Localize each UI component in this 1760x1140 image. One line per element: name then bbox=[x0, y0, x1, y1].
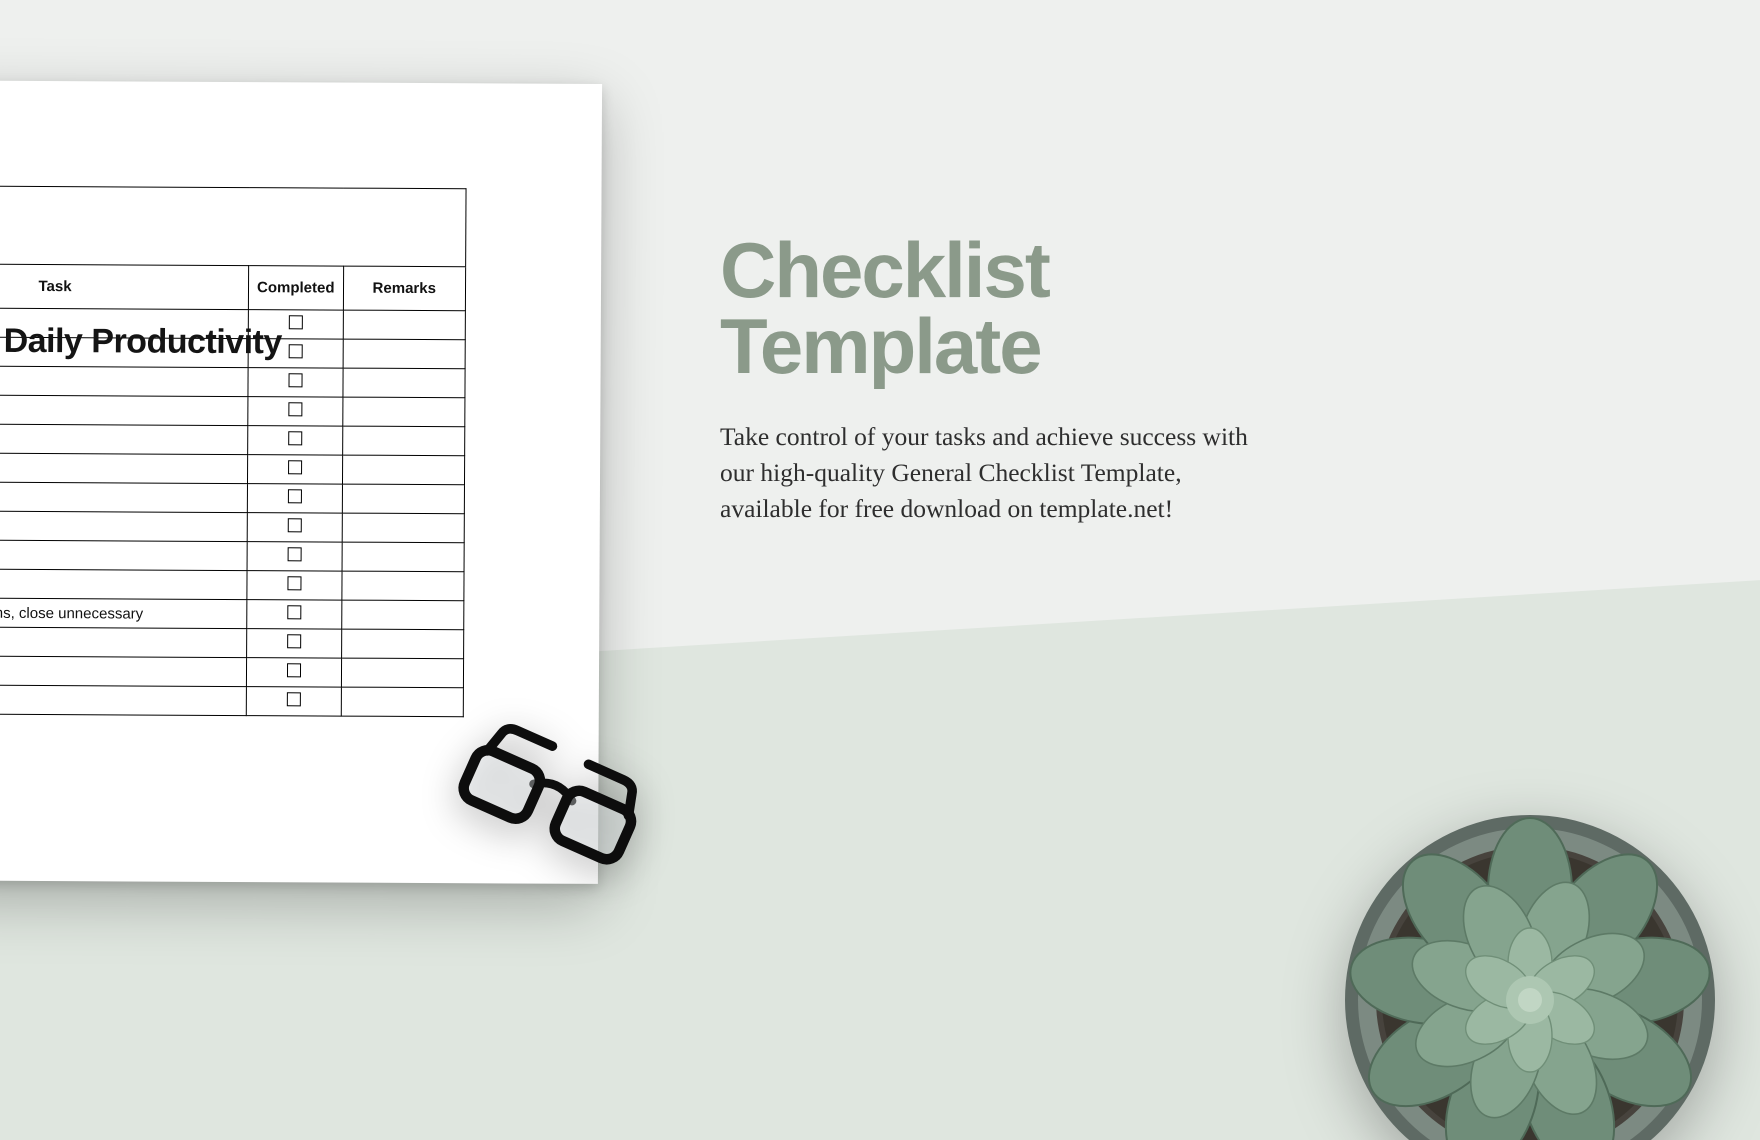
checkbox-cell[interactable] bbox=[247, 629, 342, 658]
checkbox-cell[interactable] bbox=[247, 542, 342, 571]
task-cell: en tasks bbox=[0, 685, 246, 716]
remarks-cell bbox=[341, 658, 464, 688]
remarks-cell bbox=[342, 397, 465, 427]
checkbox-icon bbox=[288, 373, 302, 387]
checkbox-icon bbox=[287, 634, 301, 648]
checkbox-cell[interactable] bbox=[247, 600, 342, 629]
body-copy: Take control of your tasks and achieve s… bbox=[720, 419, 1260, 528]
table-row bbox=[0, 366, 465, 398]
task-cell bbox=[0, 511, 247, 542]
glasses-icon bbox=[420, 695, 670, 925]
checkbox-icon bbox=[289, 315, 303, 329]
table-row bbox=[0, 511, 464, 543]
checkbox-cell[interactable] bbox=[248, 426, 343, 455]
col-header-task: Task bbox=[0, 264, 249, 310]
table-row: nt tasks for the day bbox=[0, 453, 465, 485]
remarks-cell bbox=[341, 629, 464, 659]
col-header-remarks: Remarks bbox=[343, 266, 466, 311]
table-row bbox=[0, 627, 464, 659]
task-cell bbox=[0, 424, 248, 455]
table-row: or timer bbox=[0, 656, 464, 688]
remarks-cell bbox=[341, 600, 464, 630]
checkbox-icon bbox=[288, 402, 302, 416]
remarks-cell bbox=[342, 484, 465, 514]
checkbox-icon bbox=[288, 344, 302, 358]
task-cell bbox=[0, 482, 248, 513]
checkbox-cell[interactable] bbox=[246, 658, 341, 687]
checkbox-icon bbox=[287, 663, 301, 677]
succulent-plant-icon bbox=[1330, 800, 1730, 1140]
checkbox-cell[interactable] bbox=[248, 368, 343, 397]
remarks-cell bbox=[341, 571, 464, 601]
checkbox-cell[interactable] bbox=[247, 571, 342, 600]
checkbox-cell[interactable] bbox=[247, 513, 342, 542]
task-cell bbox=[0, 395, 248, 426]
task-cell: rity task bbox=[0, 540, 247, 571]
title-line-2: Template bbox=[720, 302, 1041, 390]
marketing-copy: Checklist Template Take control of your … bbox=[720, 232, 1360, 527]
document-title: hecklist: Daily Productivity bbox=[0, 321, 282, 362]
remarks-cell bbox=[342, 368, 465, 398]
checkbox-cell[interactable] bbox=[248, 397, 343, 426]
remarks-cell bbox=[342, 426, 465, 456]
task-cell bbox=[0, 366, 248, 397]
checkbox-icon bbox=[287, 605, 301, 619]
task-cell: or timer bbox=[0, 656, 247, 687]
task-cell: ne bbox=[0, 569, 247, 600]
checkbox-icon bbox=[288, 518, 302, 532]
checkbox-cell[interactable] bbox=[247, 484, 342, 513]
checkbox-cell[interactable] bbox=[246, 687, 341, 716]
checkbox-icon bbox=[287, 692, 301, 706]
col-header-completed: Completed bbox=[248, 266, 343, 310]
page-title: Checklist Template bbox=[720, 232, 1360, 385]
remarks-cell bbox=[343, 310, 466, 340]
checkbox-icon bbox=[288, 431, 302, 445]
checkbox-cell[interactable] bbox=[248, 455, 343, 484]
task-cell: nt tasks for the day bbox=[0, 453, 248, 484]
table-row: ne bbox=[0, 569, 464, 601]
checklist-title-cell: hecklist: Daily Productivity bbox=[0, 186, 466, 267]
checklist-table: hecklist: Daily Productivity Task Comple… bbox=[0, 185, 467, 717]
table-row bbox=[0, 482, 464, 514]
remarks-cell bbox=[342, 455, 465, 485]
remarks-cell bbox=[342, 542, 465, 572]
table-row bbox=[0, 395, 465, 427]
checkbox-icon bbox=[288, 489, 302, 503]
table-row: ., turn off notifications, close unneces… bbox=[0, 598, 464, 630]
title-line-1: Checklist bbox=[720, 226, 1049, 314]
checkbox-icon bbox=[287, 547, 301, 561]
checkbox-icon bbox=[288, 460, 302, 474]
remarks-cell bbox=[343, 339, 466, 369]
table-row: en tasks bbox=[0, 685, 463, 717]
remarks-cell bbox=[342, 513, 465, 543]
task-cell: ., turn off notifications, close unneces… bbox=[0, 598, 247, 629]
table-row: rity task bbox=[0, 540, 464, 572]
checkbox-icon bbox=[287, 576, 301, 590]
table-row bbox=[0, 424, 465, 456]
task-cell bbox=[0, 627, 247, 658]
